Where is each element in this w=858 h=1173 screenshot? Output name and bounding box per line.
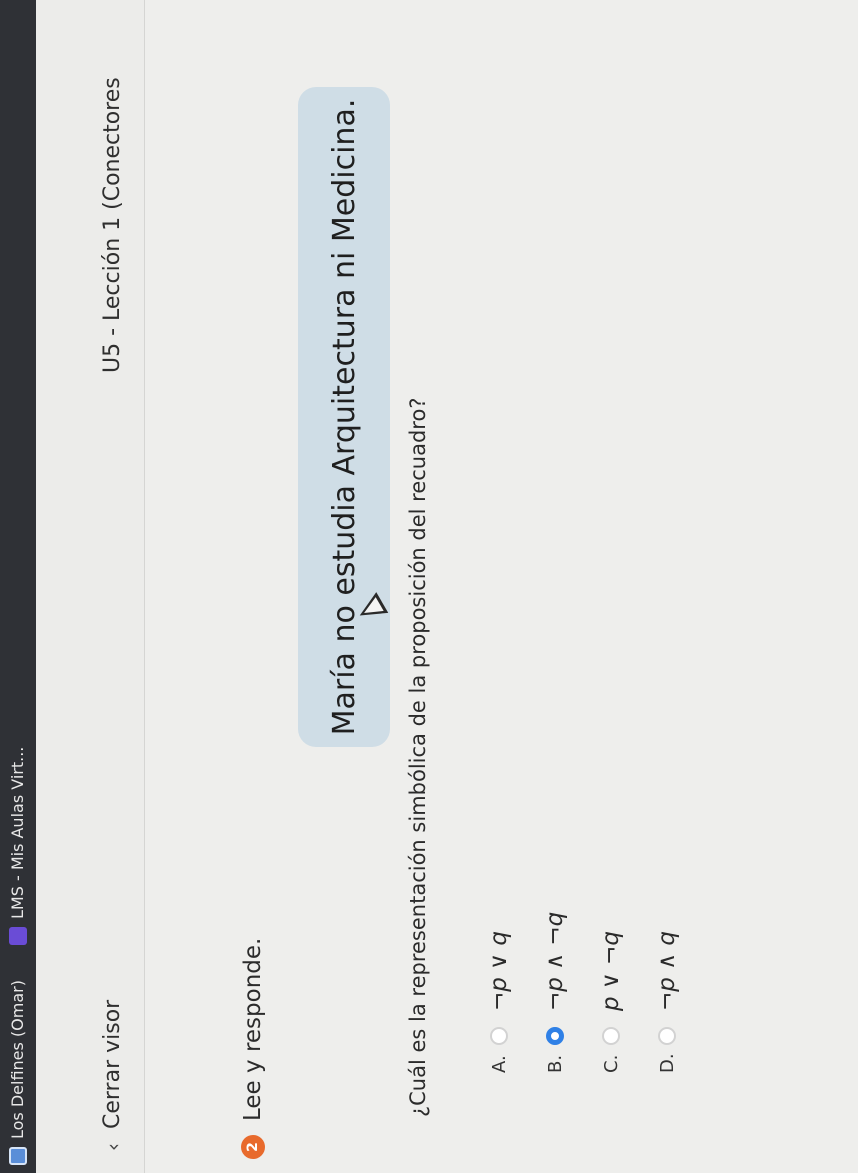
browser-tab-lms[interactable]: LMS - Mis Aulas Virt... — [8, 747, 27, 945]
browser-tab-strip: Los Delfines (Omar) LMS - Mis Aulas Virt… — [0, 0, 36, 1173]
close-viewer-button[interactable]: ‹ Cerrar visor — [100, 1000, 125, 1151]
option-b[interactable]: B. ¬p ∧ ¬q — [528, 912, 582, 1073]
lesson-title: U5 - Lección 1 (Conectores — [100, 77, 125, 373]
chevron-left-icon: ‹ — [100, 1143, 125, 1151]
option-letter: B. — [544, 1054, 566, 1073]
option-c[interactable]: C. p ∨ ¬q — [584, 912, 638, 1073]
radio-button[interactable] — [602, 1027, 620, 1045]
option-a[interactable]: A. ¬p ∨ q — [472, 912, 526, 1073]
step-number-badge: 2 — [241, 1135, 265, 1159]
app-icon — [8, 1147, 27, 1165]
option-text: ¬p ∧ q — [654, 931, 680, 1011]
close-viewer-label: Cerrar visor — [100, 999, 125, 1129]
activity-step: 2 Lee y responde. — [240, 938, 266, 1159]
option-letter: A. — [488, 1055, 510, 1073]
option-letter: D. — [656, 1053, 678, 1073]
radio-button-selected[interactable] — [546, 1027, 564, 1045]
option-text: ¬p ∧ ¬q — [542, 911, 568, 1011]
option-letter: C. — [600, 1054, 622, 1073]
lesson-viewer: ‹ Cerrar visor U5 - Lección 1 (Conectore… — [36, 0, 858, 1173]
radio-button[interactable] — [490, 1027, 508, 1045]
option-text: p ∨ ¬q — [598, 931, 624, 1011]
question-text: ¿Cuál es la representación simbólica de … — [406, 397, 430, 1117]
statement-text: María no estudia Arquitectura ni Medicin… — [326, 98, 362, 736]
lms-icon — [8, 927, 27, 945]
answer-options: A. ¬p ∨ q B. ¬p ∧ ¬q C. p ∨ ¬q D. ¬p ∧ q — [472, 912, 696, 1073]
step-instruction: Lee y responde. — [240, 937, 266, 1121]
viewer-header: ‹ Cerrar visor U5 - Lección 1 (Conectore… — [36, 0, 145, 1173]
browser-tab-los-delfines[interactable]: Los Delfines (Omar) — [8, 980, 27, 1165]
tab-label: Los Delfines (Omar) — [8, 980, 27, 1139]
tab-label: LMS - Mis Aulas Virt... — [8, 746, 27, 919]
option-text: ¬p ∨ q — [486, 931, 512, 1011]
statement-box: María no estudia Arquitectura ni Medicin… — [298, 87, 390, 747]
radio-button[interactable] — [658, 1027, 676, 1045]
option-d[interactable]: D. ¬p ∧ q — [640, 912, 694, 1073]
